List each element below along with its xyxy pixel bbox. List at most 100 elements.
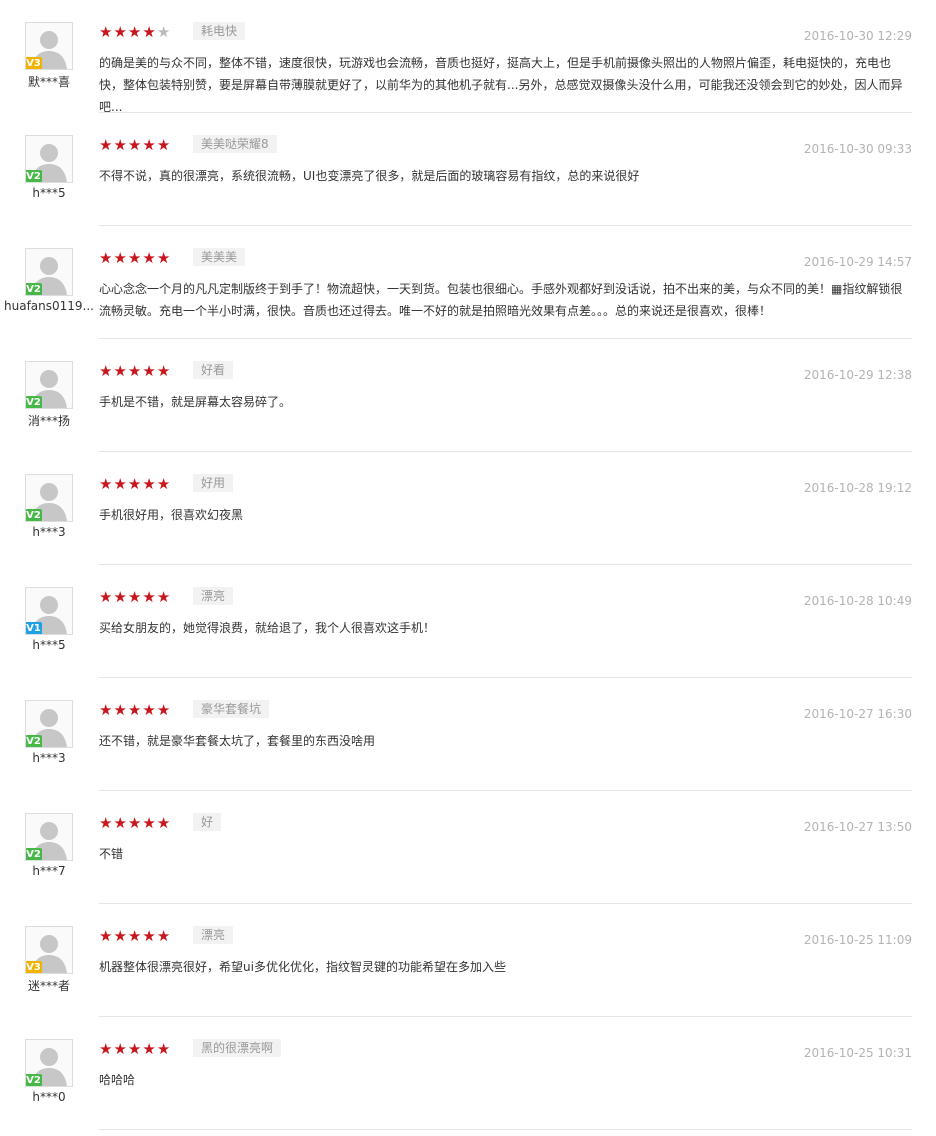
review-date: 2016-10-29 12:38 xyxy=(803,368,912,382)
star-icon: ★ xyxy=(142,136,157,154)
review-content: 机器整体很漂亮很好，希望ui多优化优化，指纹智灵键的功能希望在多加入些 xyxy=(99,960,506,974)
star-icon: ★ xyxy=(113,362,128,380)
review-content: 还不错，就是豪华套餐太坑了，套餐里的东西没啥用 xyxy=(99,734,376,748)
avatar[interactable]: V2 xyxy=(25,813,73,861)
reviewer: V2 h***0 xyxy=(0,1039,98,1104)
star-icon: ★ xyxy=(142,588,157,606)
review-tag: 好用 xyxy=(193,474,234,492)
star-icon: ★ xyxy=(142,362,157,380)
star-icon: ★ xyxy=(113,814,128,832)
review-tag: 美美美 xyxy=(193,248,246,266)
review-date: 2016-10-28 19:12 xyxy=(803,481,912,495)
review-content: 手机很好用，很喜欢幻夜黑 xyxy=(99,508,244,522)
star-icon: ★ xyxy=(156,136,172,154)
avatar[interactable]: V2 xyxy=(25,700,73,748)
star-icon: ★ xyxy=(127,362,143,380)
review-tag: 耗电快 xyxy=(193,22,246,40)
avatar[interactable]: V3 xyxy=(25,22,73,70)
star-icon: ★ xyxy=(127,927,143,945)
vip-level-badge: V2 xyxy=(26,509,42,521)
reviewer-name[interactable]: h***3 xyxy=(0,525,98,539)
review-content: 心心念念一个月的凡凡定制版终于到手了！物流超快，一天到货。包装也很细心。手感外观… xyxy=(99,282,903,318)
reviewer: V2 h***3 xyxy=(0,700,98,765)
vip-level-badge: V2 xyxy=(26,170,42,182)
rating-stars: ★★★★★ xyxy=(99,813,172,832)
vip-level-badge: V1 xyxy=(26,622,42,634)
review-item: V2 huafans0119... ★★★★★ 美美美 2016-10-29 1… xyxy=(0,226,936,339)
review-tag: 漂亮 xyxy=(193,926,234,944)
review-content: 不错 xyxy=(99,847,124,861)
vip-level-badge: V2 xyxy=(26,396,42,408)
reviewer-name[interactable]: h***0 xyxy=(0,1090,98,1104)
reviewer-name[interactable]: h***5 xyxy=(0,638,98,652)
review-date: 2016-10-25 11:09 xyxy=(803,933,912,947)
star-icon: ★ xyxy=(156,588,172,606)
star-icon: ★ xyxy=(127,701,143,719)
review-item: V2 h***0 ★★★★★ 黑的很漂亮啊 2016-10-25 10:31 哈… xyxy=(0,1017,936,1130)
review-item: V2 h***7 ★★★★★ 好 2016-10-27 13:50 不错 xyxy=(0,791,936,904)
star-icon: ★ xyxy=(113,701,128,719)
reviewer-name[interactable]: 迷***者 xyxy=(0,977,98,994)
avatar[interactable]: V2 xyxy=(25,248,73,296)
reviewer: V2 h***7 xyxy=(0,813,98,878)
star-icon: ★ xyxy=(113,475,128,493)
rating-stars: ★★★★★ xyxy=(99,474,172,493)
avatar[interactable]: V2 xyxy=(25,361,73,409)
star-icon: ★ xyxy=(142,475,157,493)
star-icon: ★ xyxy=(99,362,114,380)
avatar[interactable]: V2 xyxy=(25,474,73,522)
star-icon: ★ xyxy=(156,249,172,267)
review-date: 2016-10-29 14:57 xyxy=(803,255,912,269)
rating-stars: ★★★★★ xyxy=(99,361,172,380)
star-icon: ★ xyxy=(99,927,114,945)
star-icon: ★ xyxy=(99,814,114,832)
review-item: V3 默***喜 ★★★★★ 耗电快 2016-10-30 12:29 的确是美… xyxy=(0,0,936,114)
star-icon: ★ xyxy=(127,23,143,41)
review-content: 买给女朋友的，她觉得浪费，就给退了，我个人很喜欢这手机！ xyxy=(99,621,436,635)
reviewer: V3 默***喜 xyxy=(0,22,98,90)
reviewer-name[interactable]: h***3 xyxy=(0,751,98,765)
reviewer-name[interactable]: 默***喜 xyxy=(0,73,98,90)
star-icon: ★ xyxy=(142,23,157,41)
star-icon: ★ xyxy=(113,23,128,41)
star-icon: ★ xyxy=(142,1040,157,1058)
vip-level-badge: V2 xyxy=(26,1074,42,1086)
review-item: V2 h***5 ★★★★★ 美美哒荣耀8 2016-10-30 09:33 不… xyxy=(0,113,936,226)
star-icon: ★ xyxy=(142,701,157,719)
reviewer-name[interactable]: h***5 xyxy=(0,186,98,200)
star-icon: ★ xyxy=(156,814,172,832)
reviewer: V1 h***5 xyxy=(0,587,98,652)
star-icon: ★ xyxy=(156,475,172,493)
star-icon: ★ xyxy=(142,249,157,267)
review-content: 哈哈哈 xyxy=(99,1073,136,1087)
rating-stars: ★★★★★ xyxy=(99,1039,172,1058)
star-icon: ★ xyxy=(156,1040,172,1058)
reviewer-name[interactable]: h***7 xyxy=(0,864,98,878)
star-icon: ★ xyxy=(127,814,143,832)
review-tag: 美美哒荣耀8 xyxy=(193,135,277,153)
avatar[interactable]: V2 xyxy=(25,135,73,183)
avatar[interactable]: V2 xyxy=(25,1039,73,1087)
reviewer-name[interactable]: 消***扬 xyxy=(0,412,98,429)
vip-level-badge: V3 xyxy=(26,57,42,69)
star-icon: ★ xyxy=(156,362,172,380)
star-icon: ★ xyxy=(99,249,114,267)
star-icon: ★ xyxy=(127,588,143,606)
reviewer: V2 huafans0119... xyxy=(0,248,98,313)
star-icon: ★ xyxy=(142,814,157,832)
vip-level-badge: V2 xyxy=(26,848,42,860)
review-date: 2016-10-30 12:29 xyxy=(803,29,912,43)
review-content: 手机是不错，就是屏幕太容易碎了。 xyxy=(99,395,292,409)
review-item: V3 迷***者 ★★★★★ 漂亮 2016-10-25 11:09 机器整体很… xyxy=(0,904,936,1017)
review-item: V2 h***3 ★★★★★ 好用 2016-10-28 19:12 手机很好用… xyxy=(0,452,936,565)
avatar[interactable]: V1 xyxy=(25,587,73,635)
reviewer-name[interactable]: huafans0119... xyxy=(0,299,98,313)
star-icon: ★ xyxy=(113,588,128,606)
star-icon: ★ xyxy=(127,136,143,154)
star-icon: ★ xyxy=(142,927,157,945)
rating-stars: ★★★★★ xyxy=(99,587,172,606)
avatar[interactable]: V3 xyxy=(25,926,73,974)
vip-level-badge: V2 xyxy=(26,735,42,747)
reviewer: V2 h***5 xyxy=(0,135,98,200)
review-content: 的确是美的与众不同，整体不错，速度很快，玩游戏也会流畅，音质也挺好，挺高大上，但… xyxy=(99,56,903,114)
